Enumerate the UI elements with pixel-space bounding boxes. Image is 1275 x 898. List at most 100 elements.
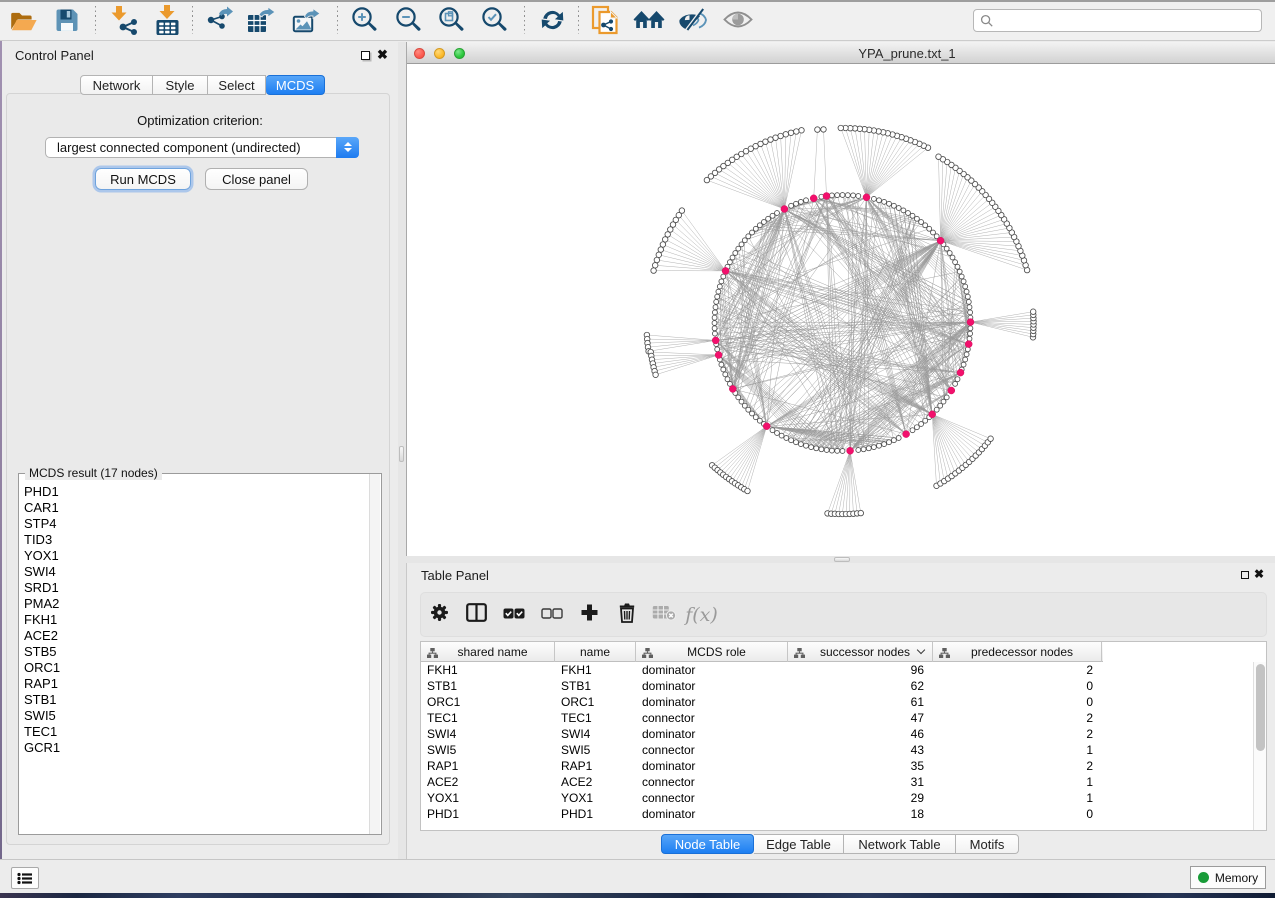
mcds-list-scrollbar[interactable] [369,474,380,834]
cell-successors: 31 [788,774,933,790]
delete-button[interactable] [615,603,639,627]
mcds-result-item[interactable]: RAP1 [19,676,381,692]
mcds-result-item[interactable]: TEC1 [19,724,381,740]
save-icon [54,7,80,38]
mcds-result-item[interactable]: YOX1 [19,548,381,564]
cell-name: SWI4 [555,726,636,742]
mcds-result-item[interactable]: SWI5 [19,708,381,724]
cell-predecessors: 2 [933,758,1102,774]
split-pane-button[interactable] [465,603,489,627]
table-row[interactable]: RAP1RAP1dominator352 [421,758,1266,774]
cell-name: RAP1 [555,758,636,774]
horizontal-splitter-handle[interactable] [834,557,850,562]
mcds-result-item[interactable]: SWI4 [19,564,381,580]
cell-predecessors: 2 [933,710,1102,726]
mcds-result-item[interactable]: STB1 [19,692,381,708]
memory-status-dot [1198,872,1209,883]
toolbar-separator [95,6,96,34]
zoom-out-button[interactable] [392,6,426,38]
export-table-button[interactable] [244,6,278,38]
search-input[interactable] [998,11,1261,30]
table-row[interactable]: TEC1TEC1connector472 [421,710,1266,726]
table-panel-float-button[interactable] [1241,571,1249,579]
tab-network[interactable]: Network [80,75,153,95]
mcds-result-group-title: MCDS result (17 nodes) [25,466,162,480]
delete-table-button[interactable] [652,603,676,627]
column-header-predecessor-nodes[interactable]: predecessor nodes [933,642,1102,662]
select-all-button[interactable] [502,603,526,627]
run-mcds-button[interactable]: Run MCDS [95,168,191,190]
export-network-button[interactable] [202,6,236,38]
close-panel-button[interactable]: Close panel [205,168,308,190]
column-header-shared-name[interactable]: shared name [421,642,555,662]
tab-node-table[interactable]: Node Table [661,834,754,854]
cell-predecessors: 1 [933,774,1102,790]
import-network-button[interactable] [107,6,141,38]
column-header-MCDS-role[interactable]: MCDS role [636,642,788,662]
cell-successors: 35 [788,758,933,774]
add-button[interactable] [577,603,601,627]
gear-button[interactable] [427,603,451,627]
desktop-bottom-fringe [0,893,1275,898]
deselect-all-button[interactable] [540,603,564,627]
network-canvas[interactable] [408,64,1275,556]
table-panel-close-button[interactable]: ✖ [1254,567,1264,581]
table-row[interactable]: SWI5SWI5connector431 [421,742,1266,758]
column-header-name[interactable]: name [555,642,636,662]
cell-role: dominator [636,662,788,678]
zoom-in-button[interactable] [348,6,382,38]
chevron-down-icon[interactable] [917,646,925,654]
criterion-dropdown[interactable]: largest connected component (undirected) [45,137,359,158]
tab-select[interactable]: Select [208,75,266,95]
show-panels-list-button[interactable] [11,867,39,889]
cell-name: STB1 [555,678,636,694]
mcds-result-item[interactable]: ACE2 [19,628,381,644]
mcds-result-item[interactable]: SRD1 [19,580,381,596]
mcds-result-item[interactable]: TID3 [19,532,381,548]
mcds-result-item[interactable]: ORC1 [19,660,381,676]
scrollbar-thumb[interactable] [1256,664,1265,751]
save-button[interactable] [50,6,84,38]
table-row[interactable]: STB1STB1dominator620 [421,678,1266,694]
show-all-button[interactable] [721,6,755,38]
export-image-button[interactable] [289,6,323,38]
table-row[interactable]: SWI4SWI4dominator462 [421,726,1266,742]
zoom-fit-button[interactable] [435,6,469,38]
tab-edge-table[interactable]: Edge Table [754,834,844,854]
mcds-result-item[interactable]: FKH1 [19,612,381,628]
first-neighbors-button[interactable] [632,6,666,38]
column-header-successor-nodes[interactable]: successor nodes [788,642,933,662]
export-table-icon [246,6,276,39]
tab-network-table[interactable]: Network Table [844,834,956,854]
list-icon [17,872,33,885]
control-panel-float-button[interactable] [361,51,370,60]
table-row[interactable]: ORC1ORC1dominator610 [421,694,1266,710]
table-row[interactable]: FKH1FKH1dominator962 [421,662,1266,678]
vertical-splitter-handle[interactable] [399,446,404,462]
mcds-result-item[interactable]: PMA2 [19,596,381,612]
mcds-result-item[interactable]: STB5 [19,644,381,660]
mcds-result-item[interactable]: STP4 [19,516,381,532]
function-icon[interactable]: f(x) [690,603,714,627]
mcds-result-item[interactable]: GCR1 [19,740,381,756]
memory-button[interactable]: Memory [1190,866,1266,889]
hide-selected-button[interactable] [676,6,710,38]
refresh-button[interactable] [535,6,569,38]
tab-motifs[interactable]: Motifs [956,834,1019,854]
mcds-result-item[interactable]: CAR1 [19,500,381,516]
table-row[interactable]: ACE2ACE2connector311 [421,774,1266,790]
table-row[interactable]: PHD1PHD1dominator180 [421,806,1266,822]
node-table-scrollbar[interactable] [1253,662,1266,830]
refresh-icon [539,7,566,38]
import-table-button[interactable] [150,6,184,38]
toolbar-separator [524,6,525,34]
tab-mcds[interactable]: MCDS [266,75,325,95]
zoom-selected-button[interactable] [478,6,512,38]
main-toolbar [0,2,1275,41]
new-network-from-selection-button[interactable] [589,6,623,38]
open-folder-button[interactable] [6,6,40,38]
table-row[interactable]: YOX1YOX1connector291 [421,790,1266,806]
control-panel-close-button[interactable]: ✖ [377,47,388,63]
tab-style[interactable]: Style [153,75,208,95]
mcds-result-item[interactable]: PHD1 [19,484,381,500]
